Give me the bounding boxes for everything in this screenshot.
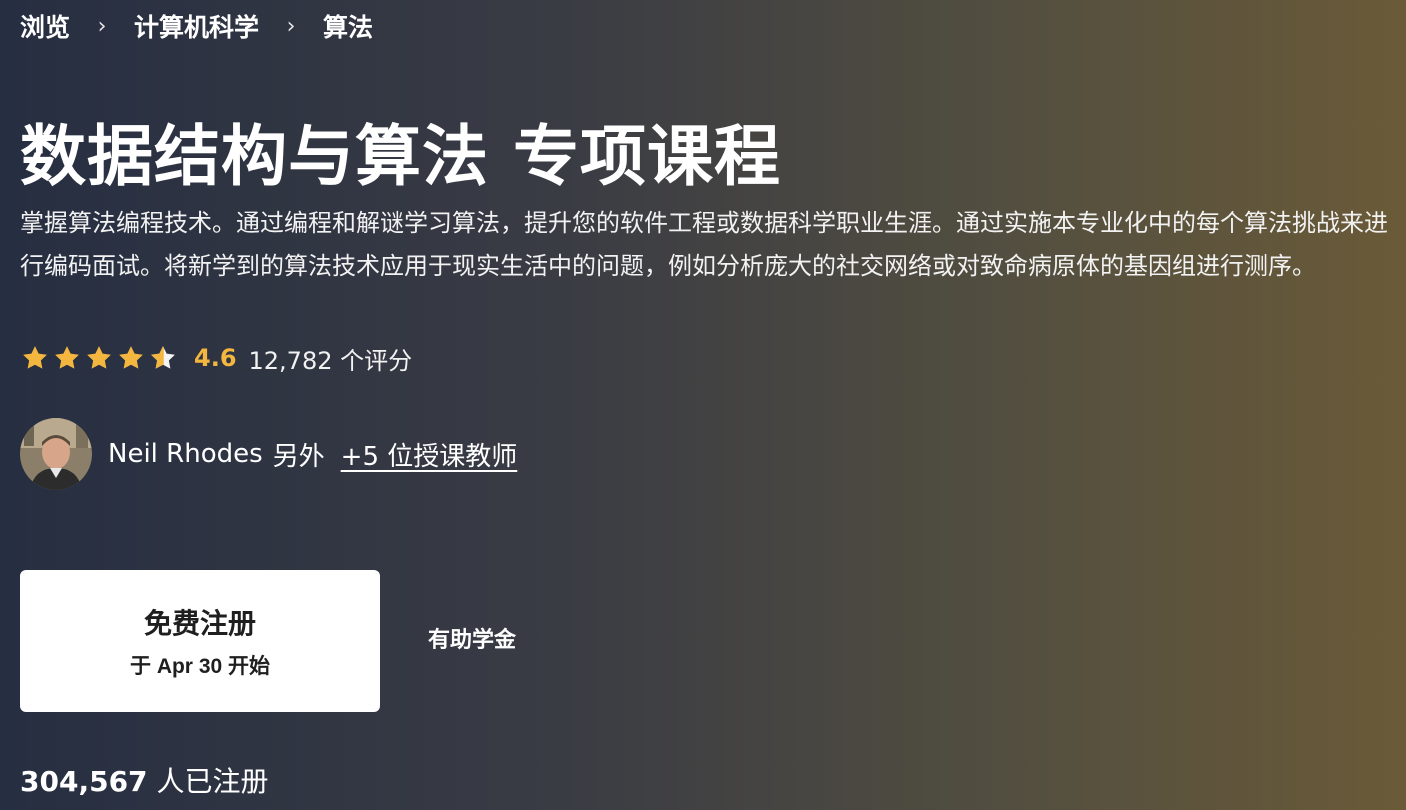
instructor-name[interactable]: Neil Rhodes [108,439,263,469]
more-instructors-link[interactable]: +5 位授课教师 [341,436,518,473]
page-title: 数据结构与算法 专项课程 [20,118,781,195]
half-star-icon [151,346,175,369]
enroll-button-label: 免费注册 [143,608,256,639]
rating-count: 12,782 个评分 [248,346,413,375]
breadcrumb-algorithms[interactable]: 算法 [323,8,373,44]
enroll-start-date: 于 Apr 30 开始 [129,655,271,678]
avatar[interactable] [20,418,92,490]
financial-aid-link[interactable]: 有助学金 [428,622,516,654]
instructor-photo [20,418,92,490]
rating-value: 4.6 [194,344,237,372]
star-icon [119,346,143,369]
rating-row: 4.6 12,782 个评分 [20,336,412,380]
enrolled-number: 304,567 [20,765,148,798]
star-rating [20,343,178,373]
breadcrumb: 浏览 › 计算机科学 › 算法 [20,8,373,44]
course-description: 掌握算法编程技术。通过编程和解谜学习算法，提升您的软件工程或数据科学职业生涯。通… [20,209,1388,280]
enroll-button[interactable]: 免费注册 于 Apr 30 开始 [20,570,380,712]
star-icon [23,346,47,369]
instructor-extra-label: 另外 [272,441,325,472]
breadcrumb-browse[interactable]: 浏览 [20,8,70,44]
enrolled-label: 人已注册 [156,765,269,798]
star-icon [87,346,111,369]
star-icon [55,346,79,369]
instructor-row: Neil Rhodes 另外 +5 位授课教师 [20,418,517,490]
breadcrumb-computer-science[interactable]: 计算机科学 [134,8,259,44]
chevron-right-icon: › [286,13,296,39]
enrolled-count: 304,567 人已注册 [20,760,268,800]
chevron-right-icon: › [97,13,107,39]
